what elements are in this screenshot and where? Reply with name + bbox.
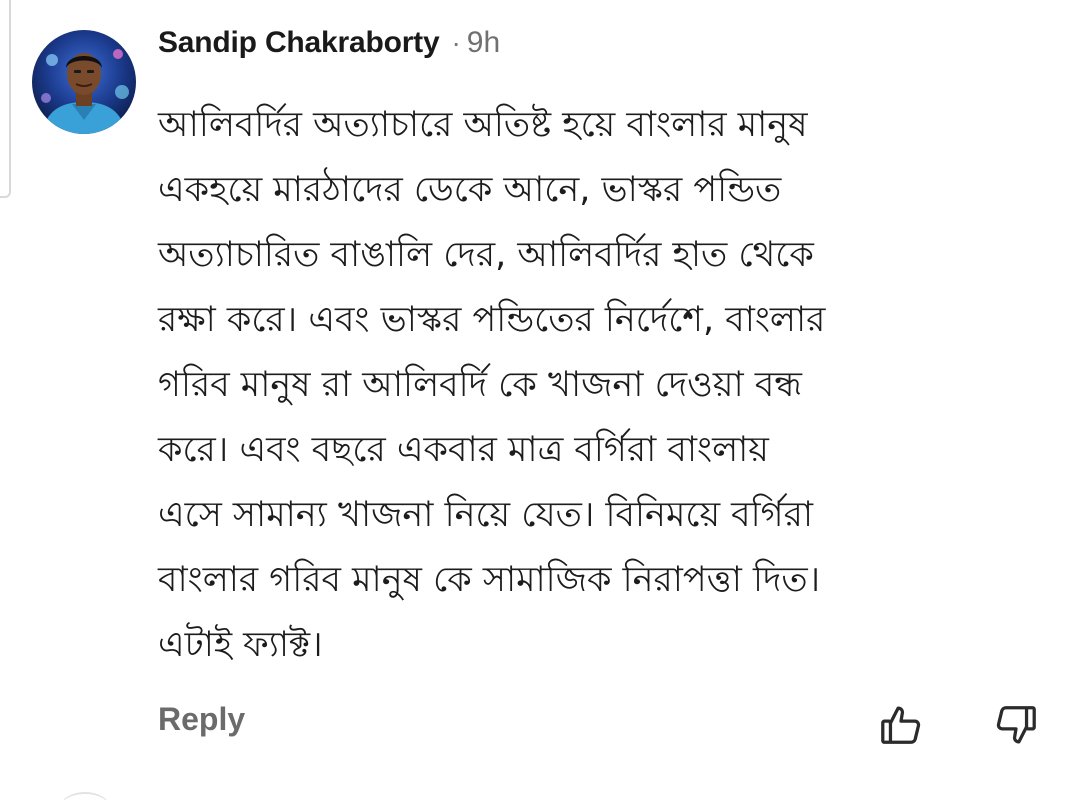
dislike-button[interactable] <box>993 702 1039 748</box>
comment-body: আলিবর্দির অত্যাচারে অতিষ্ট হয়ে বাংলার ম… <box>158 93 1058 678</box>
comment-line: অত্যাচারিত বাঙালি দের, আলিবর্দির হাত থেক… <box>158 235 814 275</box>
comment-card: Sandip Chakraborty · 9h আলিবর্দির অত্যাচ… <box>0 0 1080 800</box>
thumbs-up-icon <box>881 706 921 744</box>
reply-button[interactable]: Reply <box>158 701 245 738</box>
meta-separator: · <box>451 27 461 58</box>
comment-line: একহয়ে মারঠাদের ডেকে আনে, ভাস্কর পন্ডিত <box>158 170 782 210</box>
author-name[interactable]: Sandip Chakraborty <box>158 26 440 60</box>
comment-line: এসে সামান্য খাজনা নিয়ে যেত। বিনিময়ে বর… <box>158 495 814 535</box>
comment-header: Sandip Chakraborty · 9h <box>158 26 500 76</box>
comment-line: বাংলার গরিব মানুষ কে সামাজিক নিরাপত্তা দ… <box>158 560 821 600</box>
comment-line: রক্ষা করে। এবং ভাস্কর পন্ডিতের নির্দেশে,… <box>158 300 826 340</box>
comment-line: গরিব মানুষ রা আলিবর্দি কে খাজনা দেওয়া ব… <box>158 365 803 405</box>
avatar-image <box>32 30 136 134</box>
comment-line: আলিবর্দির অত্যাচারে অতিষ্ট হয়ে বাংলার ম… <box>158 105 808 145</box>
like-button[interactable] <box>878 702 924 748</box>
comment-line: করে। এবং বছরে একবার মাত্র বর্গিরা বাংলায… <box>158 430 769 470</box>
avatar[interactable] <box>32 30 136 134</box>
timestamp: 9h <box>466 26 501 59</box>
comment-line: এটাই ফ্যাক্ট। <box>158 625 323 665</box>
next-comment-avatar <box>60 792 110 800</box>
thumbs-down-icon <box>996 706 1036 744</box>
